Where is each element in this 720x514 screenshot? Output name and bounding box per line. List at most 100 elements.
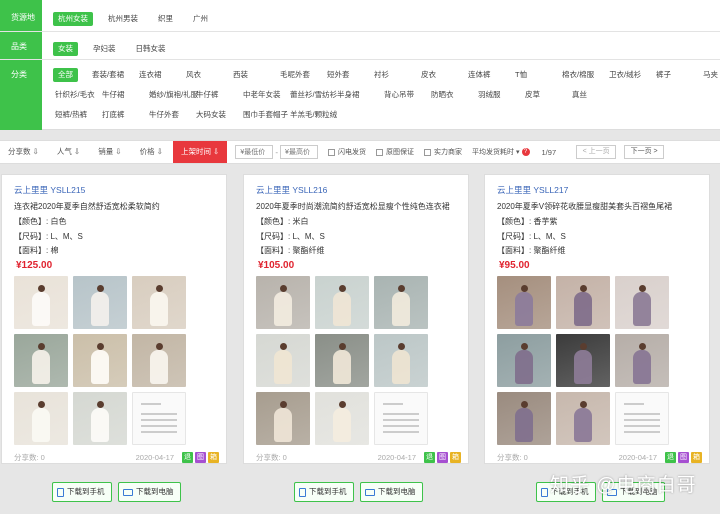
subcategory-option[interactable]: 背心吊带 [382,88,429,102]
prev-page-button[interactable]: < 上一页 [576,145,617,159]
subcategory-option[interactable]: T恤 [513,68,560,82]
subcategory-option[interactable]: 打底裤 [100,108,147,122]
product-title[interactable]: 2020年夏季时尚潮流简约舒适宽松显瘦个性纯色连衣裙 [256,200,461,213]
product-photo[interactable] [14,276,68,329]
sort-popularity-button[interactable]: 人气 ⇩ [49,141,88,163]
shop-name[interactable]: 云上里里 YSLL217 [497,184,568,196]
subcategory-option[interactable]: 裤子 [654,68,701,82]
subcategory-option[interactable]: 棉衣/棉服 [560,68,607,82]
product-photo[interactable] [315,334,369,387]
help-icon[interactable]: ? [521,148,530,156]
subcategory-option[interactable]: 牛仔裙 [100,88,147,102]
sort-listing-time-button[interactable]: 上架时间 ⇩ [173,141,228,163]
download-to-phone-button[interactable]: 下载到手机 [294,482,354,502]
product-photo[interactable] [615,276,669,329]
product-photo[interactable] [315,392,369,445]
fast-ship-checkbox[interactable]: 闪电发货 [328,147,366,157]
subcategory-option[interactable]: 防晒衣 [429,88,476,102]
download-to-pc-button[interactable]: 下载到电脑 [118,482,181,502]
filter-category-jk-style[interactable]: 日韩女装 [131,42,171,56]
subcategory-option[interactable]: 牛仔外套 [147,108,194,122]
filter-source-hangzhou-women[interactable]: 杭州女装 [53,12,93,26]
product-photo[interactable] [14,334,68,387]
sort-price-button[interactable]: 价格 ⇩ [132,141,171,163]
sort-sales-button[interactable]: 销量 ⇩ [90,141,129,163]
subcategory-option[interactable]: 真丝 [570,88,617,102]
product-photo[interactable] [73,276,127,329]
filter-category-maternity[interactable]: 孕妇装 [88,42,121,56]
verified-seller-checkbox[interactable]: 实力商家 [424,147,462,157]
product-photo[interactable] [556,392,610,445]
subcategory-option[interactable]: 套装/套裙 [90,68,137,82]
subcategory-option[interactable]: 连体裤 [466,68,513,82]
product-photo[interactable] [497,334,551,387]
subcategory-option[interactable]: 大码女装 [194,108,241,122]
card-footer: 分享数: 0 2020-04-17 退图箱 [256,452,461,463]
product-photo[interactable] [556,276,610,329]
subcategory-option[interactable]: 卫衣/绒衫 [607,68,654,82]
next-page-button[interactable]: 下一页 > [624,145,665,159]
filter-source-guangzhou[interactable]: 广州 [188,12,213,26]
subcategory-option[interactable]: 蕾丝衫/雪纺衫 [288,88,337,102]
filter-category-women[interactable]: 女装 [53,42,78,56]
subcategory-option[interactable]: 半身裙 [335,88,382,102]
subcategory-option[interactable]: 羽绒服 [476,88,523,102]
original-image-checkbox[interactable]: 原图保证 [376,147,414,157]
product-title[interactable]: 连衣裙2020年夏季自然舒适宽松柔软简约 [14,200,219,213]
subcategory-option[interactable]: 皮衣 [419,68,466,82]
subcategory-option[interactable]: 风衣 [184,68,231,82]
subcategory-option[interactable]: 全部 [53,68,78,82]
download-to-phone-button[interactable]: 下载到手机 [52,482,112,502]
subcategory-option[interactable]: 连衣裙 [137,68,184,82]
product-photo[interactable] [556,334,610,387]
product-photo[interactable] [73,334,127,387]
avg-ship-time-dropdown[interactable]: 平均发货耗时 ▾? [472,147,530,157]
product-photo[interactable] [615,334,669,387]
shop-name[interactable]: 云上里里 YSLL215 [14,184,85,196]
product-photo[interactable] [73,392,127,445]
subcategory-option[interactable]: 皮草 [523,88,570,102]
subcategory-option[interactable]: 牛仔裤 [194,88,241,102]
product-photo[interactable] [497,276,551,329]
model-head-shape [398,343,405,350]
product-color: 【颜色】: 香芋紫 [497,217,558,226]
product-photo[interactable] [374,276,428,329]
filter-source-hangzhou-men[interactable]: 杭州男装 [103,12,143,26]
subcategory-option[interactable]: 羊羔毛/颗粒绒 [288,108,337,122]
product-photo[interactable] [315,276,369,329]
dress-shape [574,350,592,384]
product-photo[interactable] [14,392,68,445]
subcategory-option[interactable]: 短裤/热裤 [53,108,100,122]
size-chart-thumbnail[interactable] [132,392,186,445]
price-min-input[interactable] [235,145,274,159]
product-photo[interactable] [256,392,310,445]
subcategory-option[interactable]: 针织衫/毛衣 [53,88,100,102]
share-count: 分享数: 0 [497,453,528,462]
subcategory-option[interactable]: 中老年女装 [241,88,288,102]
shop-name[interactable]: 云上里里 YSLL216 [256,184,327,196]
subcategory-option[interactable]: 短外套 [325,68,372,82]
price-max-input[interactable] [280,145,319,159]
product-card[interactable]: 云上里里 YSLL217 2020年夏季V领碎花收腰显瘦甜美套头百褶鱼尾裙 【颜… [484,174,710,464]
subcategory-option[interactable]: 马夹 [701,68,720,82]
product-photo[interactable] [256,334,310,387]
subcategory-option[interactable]: 婚纱/旗袍/礼服 [147,88,198,102]
download-to-pc-button[interactable]: 下载到电脑 [360,482,423,502]
product-photo[interactable] [256,276,310,329]
sort-shares-button[interactable]: 分享数 ⇩ [0,141,47,163]
dress-shape [515,408,533,442]
product-card[interactable]: 云上里里 YSLL216 2020年夏季时尚潮流简约舒适宽松显瘦个性纯色连衣裙 … [243,174,469,464]
size-chart-thumbnail[interactable] [374,392,428,445]
product-photo[interactable] [132,276,186,329]
subcategory-option[interactable]: 围巾手套帽子 [241,108,288,122]
product-card[interactable]: 云上里里 YSLL215 连衣裙2020年夏季自然舒适宽松柔软简约 【颜色】: … [1,174,227,464]
subcategory-option[interactable]: 西装 [231,68,278,82]
size-chart-thumbnail[interactable] [615,392,669,445]
product-photo[interactable] [374,334,428,387]
subcategory-option[interactable]: 毛呢外套 [278,68,325,82]
filter-source-zhili[interactable]: 织里 [153,12,178,26]
product-photo[interactable] [132,334,186,387]
product-photo[interactable] [497,392,551,445]
subcategory-option[interactable]: 衬衫 [372,68,419,82]
product-title[interactable]: 2020年夏季V领碎花收腰显瘦甜美套头百褶鱼尾裙 [497,200,702,213]
